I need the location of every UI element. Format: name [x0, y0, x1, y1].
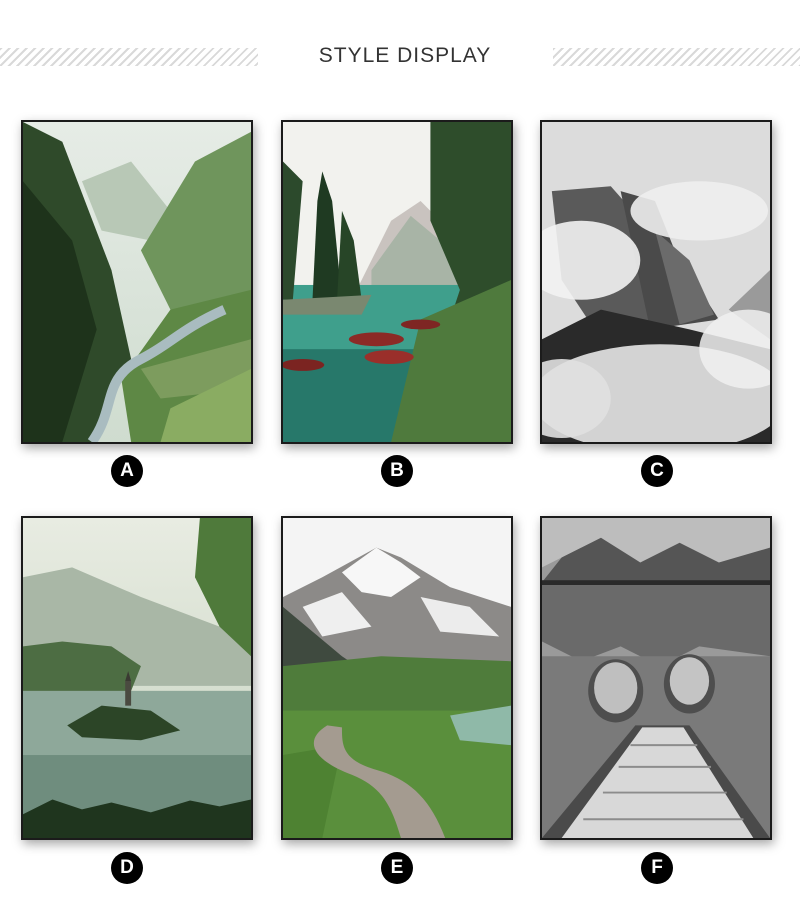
- poster-f-label: F: [641, 852, 673, 884]
- poster-c-image[interactable]: [540, 120, 772, 444]
- poster-c-label: C: [641, 455, 673, 487]
- decorative-stripe-right: [553, 48, 800, 66]
- poster-e-label: E: [381, 852, 413, 884]
- poster-e-image[interactable]: [281, 516, 513, 840]
- decorative-stripe-left: [0, 48, 258, 66]
- page-title: STYLE DISPLAY: [318, 44, 492, 67]
- header: STYLE DISPLAY: [0, 40, 800, 80]
- poster-f-image[interactable]: [540, 516, 772, 840]
- poster-d-label: D: [111, 852, 143, 884]
- poster-a-image[interactable]: [21, 120, 253, 444]
- poster-d-image[interactable]: [21, 516, 253, 840]
- poster-b-label: B: [381, 455, 413, 487]
- poster-a-label: A: [111, 455, 143, 487]
- poster-b-image[interactable]: [281, 120, 513, 444]
